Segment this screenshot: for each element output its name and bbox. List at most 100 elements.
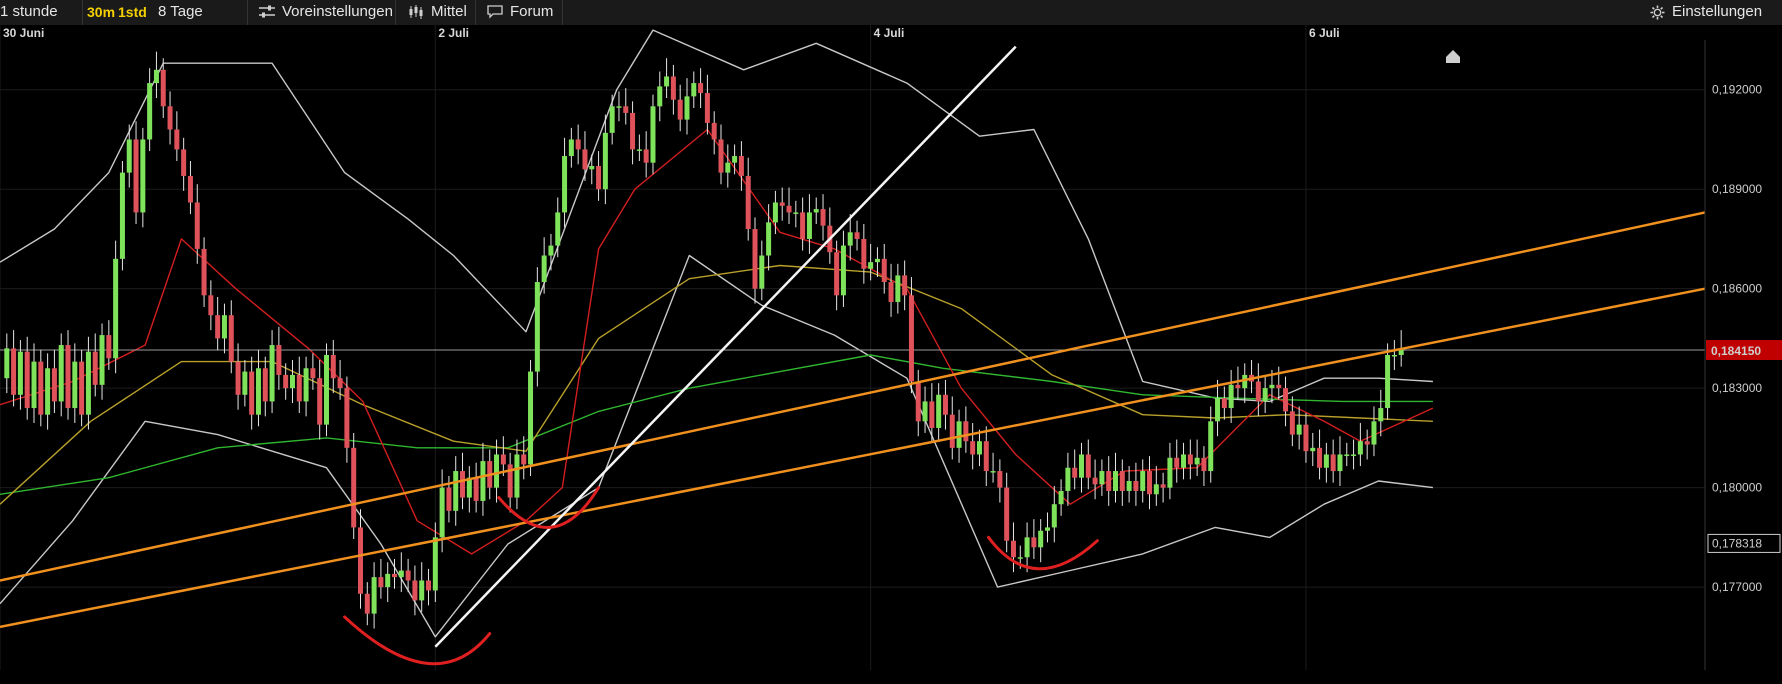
candle-down — [861, 238, 867, 269]
candle-up — [589, 166, 595, 170]
candle-up — [1262, 388, 1268, 402]
range-selector[interactable]: 8 Tage — [158, 0, 248, 25]
price-tick-label: 0,183000 — [1712, 381, 1762, 395]
candle-down — [330, 355, 336, 379]
candle-up — [1269, 384, 1275, 389]
candle-down — [1187, 454, 1193, 465]
candle-up — [480, 461, 486, 501]
candle-down — [854, 232, 860, 239]
candle-up — [1038, 530, 1044, 548]
candle-down — [1031, 537, 1037, 548]
candle-down — [704, 93, 710, 123]
candle-up — [494, 454, 500, 488]
candle-up — [1140, 471, 1146, 491]
candle-up — [534, 282, 540, 372]
candle-up — [1351, 454, 1357, 456]
candle-down — [915, 381, 921, 422]
candle-down — [296, 374, 302, 402]
candle-up — [936, 394, 942, 428]
candle-down — [929, 401, 935, 428]
candle-down — [378, 577, 384, 588]
price-chart[interactable]: 30 Juni 2 Juli 4 Juli 6 Juli 0,192000 0,1890… — [0, 25, 1782, 684]
candle-up — [650, 106, 656, 163]
period-30m-button[interactable]: 30m — [87, 0, 115, 25]
candle-down — [521, 454, 527, 465]
candle-up — [847, 232, 853, 246]
candle-up — [1208, 421, 1214, 472]
interval-selector[interactable]: 1 stunde — [0, 0, 83, 25]
candle-down — [1289, 411, 1295, 435]
period-1std-button[interactable]: 1std — [118, 0, 148, 25]
candle-up — [1310, 447, 1316, 452]
candle-up — [874, 258, 880, 263]
candle-down — [1235, 384, 1241, 389]
candle-up — [759, 255, 765, 289]
candle-up — [1051, 504, 1057, 528]
candle-up — [1153, 484, 1159, 495]
candle-up — [1385, 355, 1391, 409]
candle-down — [106, 335, 112, 359]
candle-down — [1133, 481, 1139, 491]
speech-bubble-icon — [487, 5, 503, 19]
candle-down — [1085, 454, 1091, 478]
candle-down — [38, 361, 44, 415]
candle-down — [262, 368, 268, 402]
candle-up — [657, 86, 663, 107]
candle-down — [1364, 441, 1370, 445]
candle-down — [1221, 398, 1227, 409]
candle-down — [963, 421, 969, 442]
candle-up — [45, 368, 51, 415]
candle-up — [1391, 355, 1397, 357]
candle-up — [31, 361, 37, 409]
candle-down — [1147, 471, 1153, 495]
candle-down — [460, 471, 466, 498]
candle-up — [1344, 454, 1350, 456]
candle-down — [623, 106, 629, 113]
candle-down — [881, 258, 887, 283]
candle-up — [1357, 441, 1363, 455]
candle-up — [528, 371, 534, 465]
candle-down — [1092, 477, 1098, 485]
settings-button[interactable]: Einstellungen — [1650, 0, 1780, 25]
candle-up — [1228, 384, 1234, 409]
indicators-button[interactable]: Mittel — [408, 0, 476, 25]
candle-up — [806, 212, 812, 239]
candle-up — [691, 83, 697, 97]
candle-up — [1378, 408, 1384, 422]
candle-up — [568, 139, 574, 157]
candle-up — [153, 69, 159, 84]
candle-down — [888, 282, 894, 302]
candle-down — [575, 139, 581, 150]
chart-background — [0, 25, 1782, 684]
presets-label: Voreinstellungen — [282, 3, 393, 20]
current-price-label: 0,184150 — [1711, 344, 1761, 358]
candle-up — [541, 255, 547, 283]
candle-down — [908, 295, 914, 382]
candle-up — [140, 139, 146, 213]
candle-down — [426, 580, 432, 591]
candle-down — [11, 348, 17, 395]
candle-up — [432, 537, 438, 591]
candle-up — [126, 139, 132, 173]
candle-down — [942, 394, 948, 415]
candle-up — [813, 209, 819, 213]
candle-down — [1004, 487, 1010, 541]
candle-down — [1119, 471, 1125, 491]
candle-down — [194, 202, 200, 249]
candle-down — [412, 580, 418, 601]
price-tick-label: 0,189000 — [1712, 182, 1762, 196]
candle-up — [548, 245, 554, 256]
indicators-label: Mittel — [431, 3, 467, 20]
sliders-icon — [259, 5, 275, 19]
candle-down — [738, 156, 744, 176]
presets-button[interactable]: Voreinstellungen — [259, 0, 396, 25]
candle-up — [58, 345, 64, 402]
candle-down — [187, 175, 193, 203]
price-tick-label: 0,186000 — [1712, 282, 1762, 296]
candle-up — [1065, 467, 1071, 491]
candle-down — [1174, 457, 1180, 468]
candle-down — [677, 99, 683, 120]
forum-button[interactable]: Forum — [487, 0, 563, 25]
price-tick-label: 0,180000 — [1712, 481, 1762, 495]
candle-up — [269, 345, 275, 402]
